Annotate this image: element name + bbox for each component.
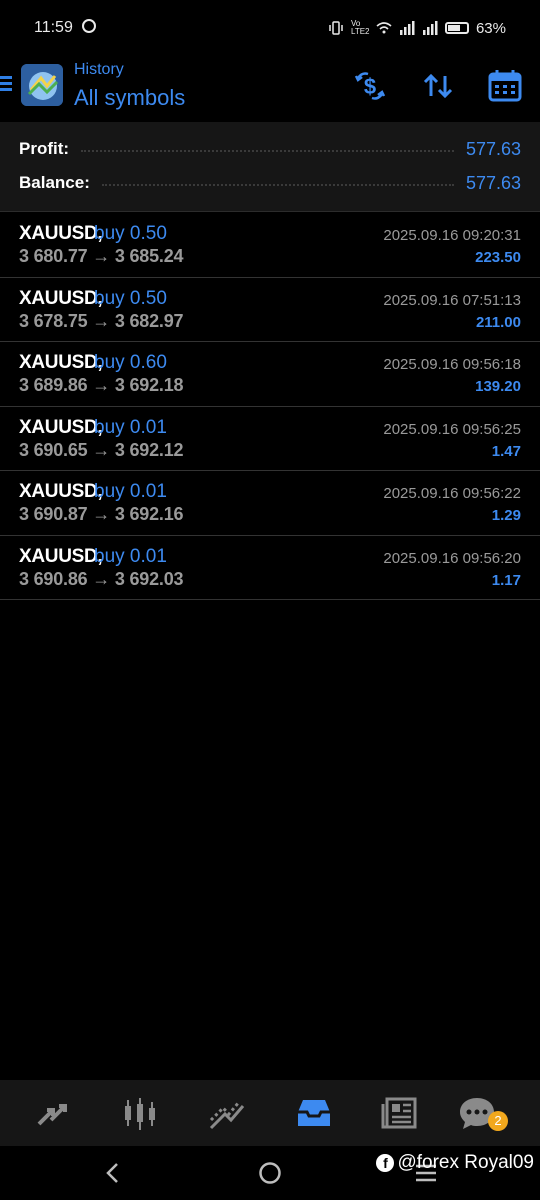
deal-time: 2025.09.16 09:56:22: [383, 485, 521, 502]
profit-value: 577.63: [465, 138, 521, 159]
deal-prices: 3 690.65 → 3 692.12: [19, 439, 184, 460]
balance-label: Balance:: [19, 173, 90, 192]
deal-time: 2025.09.16 07:51:13: [383, 291, 521, 309]
deal-symbol: XAUUSD,: [19, 545, 103, 567]
deal-profit: 139.20: [475, 378, 521, 395]
deal-type: buy 0.50: [94, 223, 167, 244]
deal-profit: 211.00: [475, 313, 521, 331]
system-navigation: f @forex Royal09: [0, 1146, 540, 1200]
svg-text:$: $: [364, 74, 376, 99]
wifi-icon: [376, 22, 392, 34]
chart-icon[interactable]: [120, 1094, 160, 1134]
deals-list: XAUUSD, buy 0.50 3 680.77 → 3 685.24 202…: [0, 213, 540, 600]
calendar-icon[interactable]: [487, 68, 523, 104]
deal-time: 2025.09.16 09:56:20: [383, 549, 521, 567]
currency-exchange-icon[interactable]: $: [352, 68, 388, 104]
deal-prices: 3 690.86 → 3 692.03: [19, 568, 184, 589]
quotes-icon[interactable]: [33, 1094, 73, 1134]
app-logo[interactable]: [21, 64, 63, 106]
signal-icon: [399, 21, 415, 35]
account-summary: Profit: 577.63 Balance: 577.63: [0, 122, 540, 212]
page-title[interactable]: All symbols: [74, 85, 185, 111]
home-icon[interactable]: [258, 1161, 282, 1185]
sort-icon[interactable]: [420, 68, 456, 104]
deal-type: buy 0.01: [94, 545, 167, 567]
deal-symbol: XAUUSD,: [19, 223, 103, 244]
volte-label: Vo LTE2: [350, 19, 370, 36]
history-icon[interactable]: [294, 1094, 334, 1134]
deal-profit: 1.29: [491, 507, 521, 524]
deal-prices: 3 678.75 → 3 682.97: [19, 310, 184, 331]
deal-profit: 1.17: [491, 571, 521, 589]
facebook-icon: f: [376, 1154, 395, 1172]
deal-row[interactable]: XAUUSD, buy 0.50 3 680.77 → 3 685.24 202…: [0, 213, 540, 278]
deal-profit: 1.47: [491, 442, 521, 460]
deal-prices: 3 690.87 → 3 692.16: [19, 504, 184, 524]
deal-symbol: XAUUSD,: [19, 481, 103, 502]
page-subtitle: History: [74, 61, 124, 78]
profit-label: Profit:: [19, 139, 70, 158]
profit-row: Profit: 577.63: [19, 136, 521, 162]
deal-type: buy 0.01: [94, 416, 167, 438]
deal-row[interactable]: XAUUSD, buy 0.01 3 690.86 → 3 692.03 202…: [0, 536, 540, 600]
deal-type: buy 0.60: [94, 352, 167, 373]
deal-row[interactable]: XAUUSD, buy 0.50 3 678.75 → 3 682.97 202…: [0, 278, 540, 342]
clock: 11:59: [34, 19, 73, 36]
dotted-leader: [101, 184, 454, 186]
battery-icon: [444, 22, 469, 34]
watermark-text: @forex Royal09: [397, 1152, 534, 1173]
deal-row[interactable]: XAUUSD, buy 0.60 3 689.86 → 3 692.18 202…: [0, 342, 540, 407]
status-bar: 11:59 Vo LTE2 63%: [0, 0, 540, 56]
deal-profit: 223.50: [475, 249, 521, 266]
deal-time: 2025.09.16 09:20:31: [383, 227, 521, 244]
app-header: History All symbols $: [0, 56, 540, 122]
deal-prices: 3 689.86 → 3 692.18: [19, 375, 184, 395]
alarm-icon: [82, 19, 96, 33]
deal-type: buy 0.50: [94, 287, 167, 309]
balance-value: 577.63: [465, 172, 521, 193]
balance-row: Balance: 577.63: [19, 170, 521, 196]
battery-percent: 63%: [475, 19, 506, 37]
signal-icon-2: [422, 21, 438, 35]
deal-time: 2025.09.16 09:56:25: [383, 420, 521, 438]
deal-time: 2025.09.16 09:56:18: [383, 356, 521, 373]
deal-symbol: XAUUSD,: [19, 287, 103, 309]
trade-icon[interactable]: [207, 1094, 247, 1134]
watermark: f @forex Royal09: [376, 1152, 534, 1174]
status-icons: Vo LTE2 63%: [328, 18, 506, 38]
deal-prices: 3 680.77 → 3 685.24: [19, 246, 184, 266]
menu-icon[interactable]: [0, 76, 12, 92]
back-icon[interactable]: [102, 1162, 124, 1184]
deal-row[interactable]: XAUUSD, buy 0.01 3 690.87 → 3 692.16 202…: [0, 471, 540, 536]
deal-symbol: XAUUSD,: [19, 352, 103, 373]
deal-row[interactable]: XAUUSD, buy 0.01 3 690.65 → 3 692.12 202…: [0, 407, 540, 471]
bottom-navigation: 2: [0, 1080, 540, 1146]
news-icon[interactable]: [381, 1094, 421, 1134]
deal-symbol: XAUUSD,: [19, 416, 103, 438]
deal-type: buy 0.01: [94, 481, 167, 502]
dotted-leader: [81, 150, 454, 152]
vibrate-icon: [329, 21, 343, 35]
chat-badge: 2: [488, 1111, 508, 1131]
